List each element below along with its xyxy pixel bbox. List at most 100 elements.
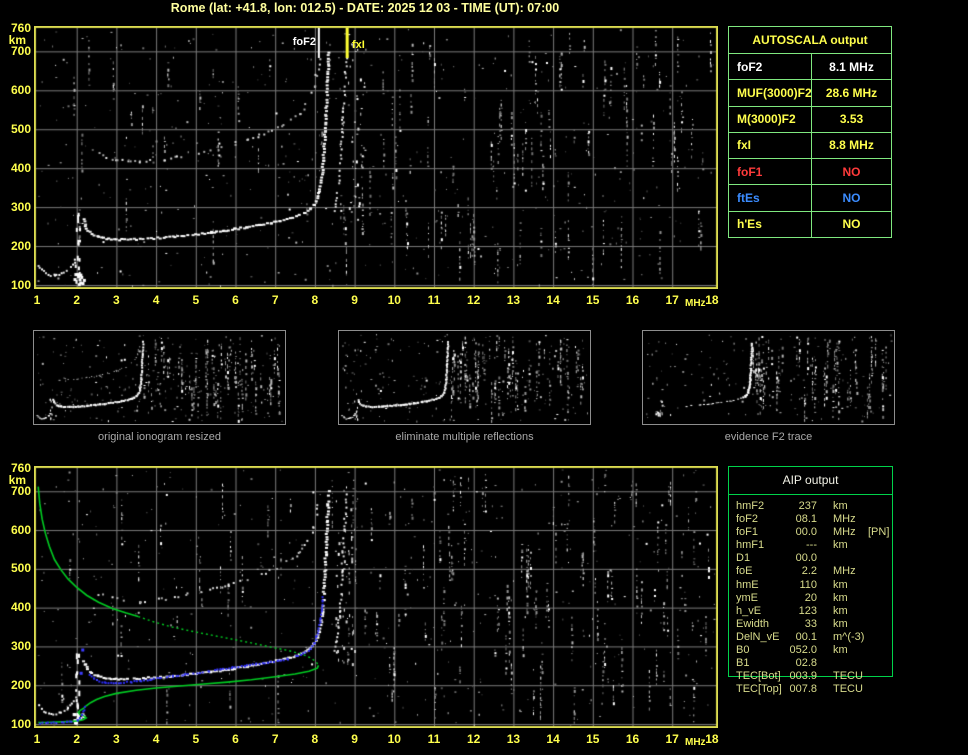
- x-tick-label: 8: [311, 732, 319, 746]
- autoscala-row-value: NO: [842, 191, 861, 206]
- autoscala-table-title: AUTOSCALA output: [752, 33, 868, 47]
- aip-row-label: foE: [736, 565, 753, 578]
- aip-row-unit: km: [833, 539, 848, 552]
- bottom-ionogram-canvas: [34, 466, 718, 728]
- aip-row-unit: MHz: [833, 565, 856, 578]
- aip-row-value: 003.9: [789, 670, 817, 683]
- x-tick-label: 14: [546, 293, 560, 307]
- aip-row-label: ymE: [736, 591, 758, 604]
- autoscala-row-label: foF1: [729, 159, 812, 185]
- aip-row-unit: km: [833, 604, 848, 617]
- y-tick-label: 200: [10, 238, 31, 253]
- thumbnail-caption-original: original ionogram resized: [98, 431, 221, 443]
- top-x-axis-unit-label: MHz: [685, 298, 706, 309]
- aip-table-row: D1 00.0: [729, 552, 892, 565]
- aip-row-label: Ewidth: [736, 617, 770, 630]
- y-tick-label: 100: [10, 277, 31, 292]
- aip-row-unit: TECU: [833, 683, 863, 696]
- y-tick-label: 600: [10, 82, 31, 97]
- aip-row-label: hmF1: [736, 539, 765, 552]
- autoscala-row-label: MUF(3000)F2: [729, 80, 812, 106]
- x-tick-label: 6: [232, 732, 239, 746]
- x-tick-label: 2: [73, 293, 81, 307]
- top-y-axis-unit-label: km: [8, 33, 26, 47]
- aip-row-unit: km: [833, 500, 848, 512]
- x-tick-label: 10: [387, 293, 401, 307]
- aip-row-label: B0: [736, 644, 750, 657]
- autoscala-app-window: { "title": "Rome (lat: +41.8, lon: 012.5…: [0, 0, 968, 755]
- y-tick-label: 300: [10, 638, 31, 653]
- aip-row-value: ---: [806, 539, 817, 552]
- aip-row-unit: MHz: [833, 526, 856, 539]
- autoscala-table-row: ftEs NO: [729, 184, 891, 211]
- aip-row-value: 33: [804, 617, 817, 630]
- y-tick-label: 600: [10, 522, 31, 537]
- fxi-marker-label: fxI: [352, 39, 365, 51]
- autoscala-row-value: 8.1 MHz: [829, 59, 874, 74]
- x-tick-label: 7: [271, 732, 279, 746]
- x-tick-label: 5: [192, 293, 200, 307]
- aip-row-unit: m^(-3): [833, 630, 865, 643]
- x-tick-label: 1: [33, 293, 41, 307]
- x-tick-label: 7: [271, 293, 279, 307]
- aip-row-value: 2.2: [801, 565, 817, 578]
- aip-row-value: 20: [804, 591, 817, 604]
- aip-table-row: hmF2 237 km: [729, 500, 892, 513]
- aip-row-label: hmF2: [736, 500, 765, 512]
- station-title: Rome (lat: +41.8, lon: 012.5) - DATE: 20…: [170, 1, 560, 15]
- aip-row-label: D1: [736, 552, 751, 565]
- thumbnail-evidence-f2-trace: [642, 330, 895, 425]
- aip-row-label: foF2: [736, 513, 759, 526]
- x-tick-label: 14: [546, 732, 560, 746]
- bottom-x-axis-unit-label: MHz: [685, 737, 706, 748]
- aip-output-table: AIP output hmF2 237 km foF2 08.1 MHz foF1 00.0 M…: [728, 466, 893, 695]
- aip-row-value: 08.1: [795, 513, 817, 526]
- aip-table-row: foF1 00.0 MHz [PN]: [729, 526, 892, 539]
- x-tick-label: 1: [33, 732, 41, 746]
- autoscala-row-label: foF2: [729, 54, 812, 80]
- y-tick-label: 500: [10, 561, 31, 576]
- x-tick-label: 4: [152, 293, 160, 307]
- fof2-marker-label: foF2: [292, 36, 316, 48]
- y-tick-label: 300: [10, 199, 31, 214]
- aip-row-value: 00.0: [795, 526, 817, 539]
- aip-row-value: 02.8: [795, 657, 817, 670]
- aip-row-value: 007.8: [789, 683, 817, 696]
- aip-table-row: TEC[Bot] 003.9 TECU: [729, 670, 892, 683]
- autoscala-row-label: fxI: [729, 132, 812, 159]
- aip-table-title: AIP output: [729, 467, 892, 495]
- aip-table-row: h_vE 123 km: [729, 605, 892, 618]
- autoscala-row-label: ftEs: [729, 185, 812, 211]
- aip-row-extra: [PN]: [868, 526, 890, 539]
- autoscala-table-row: fxI 8.8 MHz: [729, 131, 891, 159]
- aip-row-label: B1: [736, 657, 750, 670]
- aip-table-row: DelN_vE 00.1 m^(-3): [729, 631, 892, 644]
- aip-row-unit: km: [833, 644, 848, 657]
- x-tick-label: 6: [232, 293, 239, 307]
- autoscala-table-row: foF1 NO: [729, 158, 891, 185]
- x-tick-label: 10: [387, 732, 401, 746]
- y-tick-label: 400: [10, 600, 31, 615]
- aip-row-unit: km: [833, 617, 848, 630]
- autoscala-row-value: NO: [842, 164, 861, 179]
- x-tick-label: 15: [586, 732, 600, 746]
- x-tick-label: 3: [113, 293, 120, 307]
- aip-row-value: 123: [798, 604, 817, 617]
- aip-row-label: hmE: [736, 578, 759, 591]
- aip-row-value: 00.0: [795, 552, 817, 565]
- aip-row-unit: MHz: [833, 513, 856, 526]
- x-tick-label: 16: [625, 732, 640, 746]
- autoscala-row-label: h'Es: [729, 211, 812, 237]
- aip-row-value: 052.0: [789, 644, 817, 657]
- x-tick-label: 9: [351, 732, 358, 746]
- y-tick-label: 100: [10, 716, 31, 731]
- aip-row-value: 00.1: [795, 630, 817, 643]
- autoscala-table-row: foF2 8.1 MHz: [729, 53, 891, 80]
- aip-table-row: B0 052.0 km: [729, 644, 892, 657]
- x-tick-label: 3: [113, 732, 120, 746]
- autoscala-row-value: 3.53: [839, 112, 864, 127]
- aip-row-unit: km: [833, 591, 848, 604]
- aip-table-row: hmF1 --- km: [729, 539, 892, 552]
- autoscala-row-label: M(3000)F2: [729, 106, 812, 132]
- top-ionogram-canvas: [34, 26, 718, 289]
